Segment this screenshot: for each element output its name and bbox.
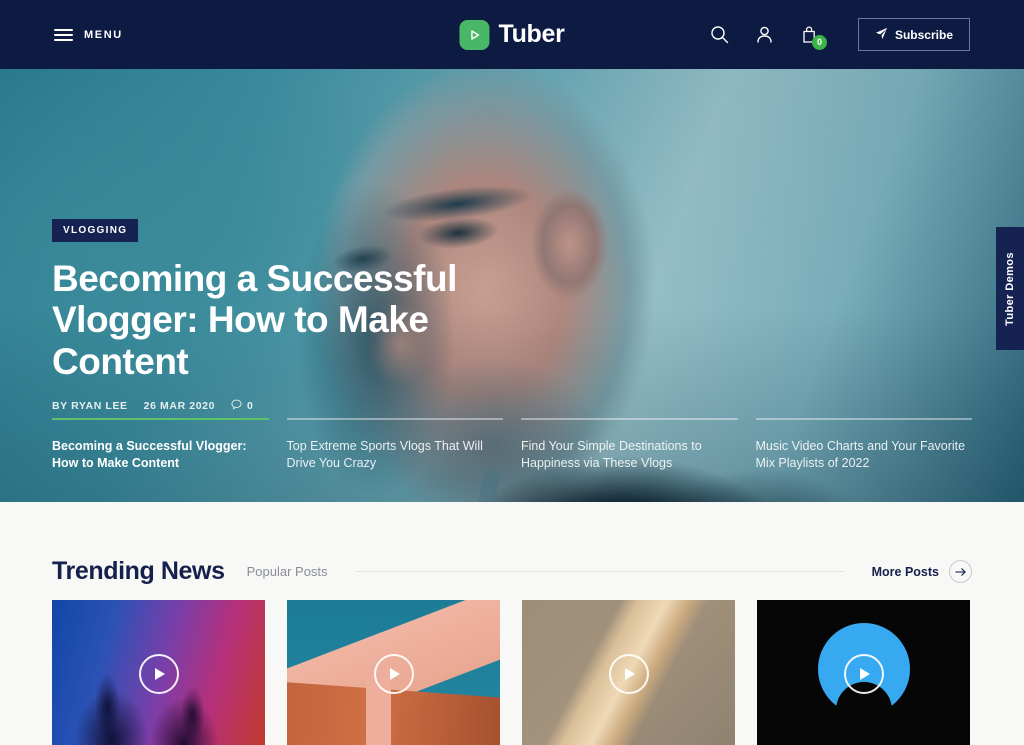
cart-count-badge: 0	[811, 34, 827, 50]
hamburger-icon	[54, 28, 73, 41]
subscribe-label: Subscribe	[894, 27, 953, 42]
trending-header: Trending News Popular Posts More Posts	[52, 557, 972, 586]
site-logo[interactable]: Tuber	[459, 19, 565, 50]
subscribe-button[interactable]: Subscribe	[857, 18, 970, 51]
comment-icon	[231, 399, 242, 413]
brand-name: Tuber	[498, 20, 565, 48]
tuber-demos-label: Tuber Demos	[1004, 251, 1017, 326]
hero-slide-1[interactable]: Becoming a Successful Vlogger: How to Ma…	[52, 418, 269, 472]
arrow-right-icon	[949, 560, 972, 583]
hero-banner: VLOGGING Becoming a Successful Vlogger: …	[0, 69, 1024, 502]
trending-cards	[52, 600, 972, 745]
hero-content: VLOGGING Becoming a Successful Vlogger: …	[52, 219, 972, 413]
logo-play-icon	[459, 19, 490, 50]
trending-section: Trending News Popular Posts More Posts	[0, 502, 1024, 745]
search-icon[interactable]	[708, 23, 732, 47]
hero-meta: BY RYAN LEE 26 MAR 2020 0	[52, 399, 972, 413]
hero-slide-title: Becoming a Successful Vlogger: How to Ma…	[52, 439, 247, 471]
header-divider	[355, 571, 844, 572]
hero-slide-3[interactable]: Find Your Simple Destinations to Happine…	[521, 418, 738, 472]
shopping-bag-icon[interactable]: 0	[798, 23, 827, 50]
trending-title: Trending News	[52, 557, 225, 585]
page-root: MENU Tuber 0 Subscribe VLOGGING Becoming…	[0, 0, 1024, 745]
hero-slide-title: Top Extreme Sports Vlogs That Will Drive…	[286, 439, 483, 471]
header-actions: 0 Subscribe	[708, 0, 1024, 69]
menu-label: MENU	[84, 28, 123, 41]
play-icon[interactable]	[138, 653, 179, 694]
more-posts-button[interactable]: More Posts	[872, 560, 972, 583]
hero-date: 26 MAR 2020	[143, 400, 216, 413]
site-header: MENU Tuber 0 Subscribe	[0, 0, 1024, 69]
hero-slide-title: Music Video Charts and Your Favorite Mix…	[755, 439, 966, 471]
hero-slider: Becoming a Successful Vlogger: How to Ma…	[52, 418, 972, 472]
play-icon[interactable]	[843, 653, 884, 694]
hero-slide-title: Find Your Simple Destinations to Happine…	[521, 439, 702, 471]
tuber-demos-tab[interactable]: Tuber Demos	[996, 227, 1024, 350]
video-card[interactable]	[52, 600, 265, 745]
paper-plane-icon	[875, 27, 888, 43]
video-card[interactable]	[757, 600, 970, 745]
user-icon[interactable]	[753, 23, 777, 47]
hero-slide-4[interactable]: Music Video Charts and Your Favorite Mix…	[755, 418, 972, 472]
tab-popular-posts[interactable]: Popular Posts	[247, 564, 328, 579]
play-icon[interactable]	[608, 653, 649, 694]
video-card[interactable]	[522, 600, 735, 745]
more-posts-label: More Posts	[871, 564, 939, 579]
menu-button[interactable]: MENU	[54, 28, 123, 41]
play-icon[interactable]	[373, 653, 414, 694]
hero-category-badge[interactable]: VLOGGING	[52, 219, 139, 242]
hero-slide-2[interactable]: Top Extreme Sports Vlogs That Will Drive…	[286, 418, 503, 472]
hero-title[interactable]: Becoming a Successful Vlogger: How to Ma…	[52, 258, 572, 382]
hero-comments[interactable]: 0	[231, 399, 253, 413]
video-card[interactable]	[287, 600, 500, 745]
hero-comment-count: 0	[247, 400, 254, 413]
hero-author[interactable]: BY RYAN LEE	[52, 400, 128, 412]
